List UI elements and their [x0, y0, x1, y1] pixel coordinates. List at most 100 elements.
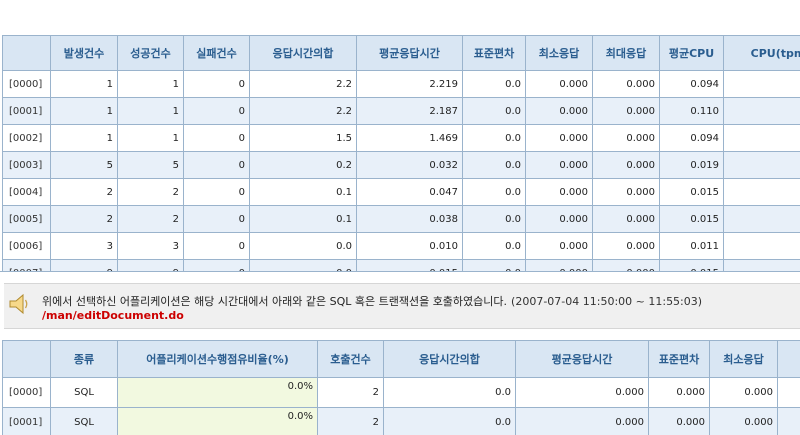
table-cell: 0.0 [462, 259, 526, 271]
table-cell: 0.000 [709, 377, 778, 408]
table-cell: 0.000 [648, 377, 710, 408]
table-cell: 1 [50, 124, 118, 152]
table-row[interactable]: [0001] SQL 0.0% 2 0.0 0.000 0.000 0.000 [2, 407, 800, 435]
table-cell: 0.000 [515, 377, 649, 408]
table-cell: 0.000 [515, 407, 649, 435]
table-cell: 1.5 [249, 124, 357, 152]
table-cell: 1 [50, 97, 118, 125]
table-row[interactable]: [0007] 9 9 0 0.0 0.015 0.0 0.000 0.000 0… [2, 259, 800, 271]
table-cell: 2.2 [249, 70, 357, 98]
table-cell: 0.0 [383, 407, 516, 435]
header-cell[interactable]: 최소응답 [709, 340, 778, 378]
table-cell: 0.0 [383, 377, 516, 408]
speaker-icon [6, 291, 32, 317]
table-cell: 0.000 [592, 259, 660, 271]
row-id-cell: [0001] [2, 407, 51, 435]
table-cell: 2 [50, 205, 118, 233]
table-cell: 0.000 [592, 178, 660, 206]
table-cell: 0.000 [525, 205, 593, 233]
table-cell: 0.032 [356, 151, 463, 179]
table-row[interactable]: [0006] 3 3 0 0.0 0.010 0.0 0.000 0.000 0… [2, 232, 800, 260]
table-cell: 0.2 [249, 151, 357, 179]
table-cell: 0.0 [249, 232, 357, 260]
call-info-message: 위에서 선택하신 어플리케이션은 해당 시간대에서 아래와 같은 SQL 혹은 … [4, 283, 800, 329]
app-stats-table: 발생건수 성공건수 실패건수 응답시간의합 평균응답시간 표준편차 최소응답 최… [2, 35, 800, 271]
row-id-cell: [0002] [2, 124, 51, 152]
header-cell[interactable]: 평균응답시간 [356, 35, 463, 71]
table-cell [723, 232, 800, 260]
table-cell: 0.000 [525, 124, 593, 152]
message-text: 위에서 선택하신 어플리케이션은 해당 시간대에서 아래와 같은 SQL 혹은 … [42, 293, 702, 309]
row-id-cell: [0006] [2, 232, 51, 260]
table-row[interactable]: [0001] 1 1 0 2.2 2.187 0.0 0.000 0.000 0… [2, 97, 800, 125]
table-cell: 0.015 [356, 259, 463, 271]
sql-call-table-viewport[interactable]: 종류 어플리케이션수행점유비율(%) 호출건수 응답시간의합 평균응답시간 표준… [0, 340, 800, 435]
table-cell: 0.0 [462, 97, 526, 125]
row-id-cell: [0007] [2, 259, 51, 271]
table-cell: 9 [117, 259, 184, 271]
table-cell: 2.2 [249, 97, 357, 125]
table-row[interactable]: [0002] 1 1 0 1.5 1.469 0.0 0.000 0.000 0… [2, 124, 800, 152]
header-cell[interactable]: 평균CPU [659, 35, 724, 71]
table-row[interactable]: [0000] SQL 0.0% 2 0.0 0.000 0.000 0.000 [2, 377, 800, 408]
header-cell[interactable]: 평균응답시간 [515, 340, 649, 378]
table-header-row: 종류 어플리케이션수행점유비율(%) 호출건수 응답시간의합 평균응답시간 표준… [2, 340, 800, 378]
header-cell[interactable]: CPU(tpm [723, 35, 800, 71]
table-cell: 0 [183, 124, 250, 152]
table-cell: 0.0 [249, 259, 357, 271]
header-cell[interactable]: 최 [777, 340, 800, 378]
header-cell[interactable]: 호출건수 [317, 340, 384, 378]
header-cell[interactable]: 최소응답 [525, 35, 593, 71]
table-cell: 0.015 [659, 259, 724, 271]
table-row[interactable]: [0003] 5 5 0 0.2 0.032 0.0 0.000 0.000 0… [2, 151, 800, 179]
type-cell: SQL [50, 407, 118, 435]
table-row[interactable]: [0004] 2 2 0 0.1 0.047 0.0 0.000 0.000 0… [2, 178, 800, 206]
table-cell: 0.000 [592, 97, 660, 125]
table-cell: 2 [317, 377, 384, 408]
table-cell: 0 [183, 232, 250, 260]
table-cell: 0.0 [462, 124, 526, 152]
table-cell: 0.1 [249, 205, 357, 233]
table-cell: 1 [50, 70, 118, 98]
header-cell[interactable]: 성공건수 [117, 35, 184, 71]
header-cell[interactable]: 응답시간의합 [383, 340, 516, 378]
table-cell: 0.000 [525, 259, 593, 271]
header-cell[interactable]: 표준편차 [462, 35, 526, 71]
table-cell: 0.000 [525, 232, 593, 260]
table-cell: 0.015 [659, 205, 724, 233]
header-cell[interactable]: 표준편차 [648, 340, 710, 378]
table-row[interactable]: [0000] 1 1 0 2.2 2.219 0.0 0.000 0.000 0… [2, 70, 800, 98]
header-cell[interactable]: 어플리케이션수행점유비율(%) [117, 340, 318, 378]
app-stats-table-viewport[interactable]: 발생건수 성공건수 실패건수 응답시간의합 평균응답시간 표준편차 최소응답 최… [0, 35, 800, 272]
header-cell[interactable]: 종류 [50, 340, 118, 378]
row-id-cell: [0004] [2, 178, 51, 206]
table-cell: 2 [117, 178, 184, 206]
table-cell: 2 [50, 178, 118, 206]
sql-call-table: 종류 어플리케이션수행점유비율(%) 호출건수 응답시간의합 평균응답시간 표준… [2, 340, 800, 435]
table-cell: 0.011 [659, 232, 724, 260]
share-ratio-cell: 0.0% [117, 377, 318, 408]
header-cell[interactable]: 응답시간의합 [249, 35, 357, 71]
table-cell: 0.110 [659, 97, 724, 125]
table-cell: 3 [117, 232, 184, 260]
table-cell: 0.000 [709, 407, 778, 435]
table-cell: 0.000 [592, 205, 660, 233]
table-cell: 0.000 [592, 70, 660, 98]
table-cell: 4 [723, 124, 800, 152]
table-cell: 0 [183, 70, 250, 98]
table-cell: 4 [723, 70, 800, 98]
header-cell[interactable]: 발생건수 [50, 35, 118, 71]
header-cell[interactable]: 실패건수 [183, 35, 250, 71]
transaction-link[interactable]: /man/editDocument.do [42, 309, 184, 322]
table-cell: 0.000 [525, 70, 593, 98]
table-cell: 0.0 [462, 70, 526, 98]
header-cell[interactable]: 최대응답 [592, 35, 660, 71]
table-cell: 0 [183, 205, 250, 233]
table-cell: 2.219 [356, 70, 463, 98]
table-cell: 5 [50, 151, 118, 179]
table-cell [723, 259, 800, 271]
table-cell: 0.0 [462, 232, 526, 260]
table-cell: 0.047 [356, 178, 463, 206]
table-row[interactable]: [0005] 2 2 0 0.1 0.038 0.0 0.000 0.000 0… [2, 205, 800, 233]
table-cell: 2.187 [356, 97, 463, 125]
